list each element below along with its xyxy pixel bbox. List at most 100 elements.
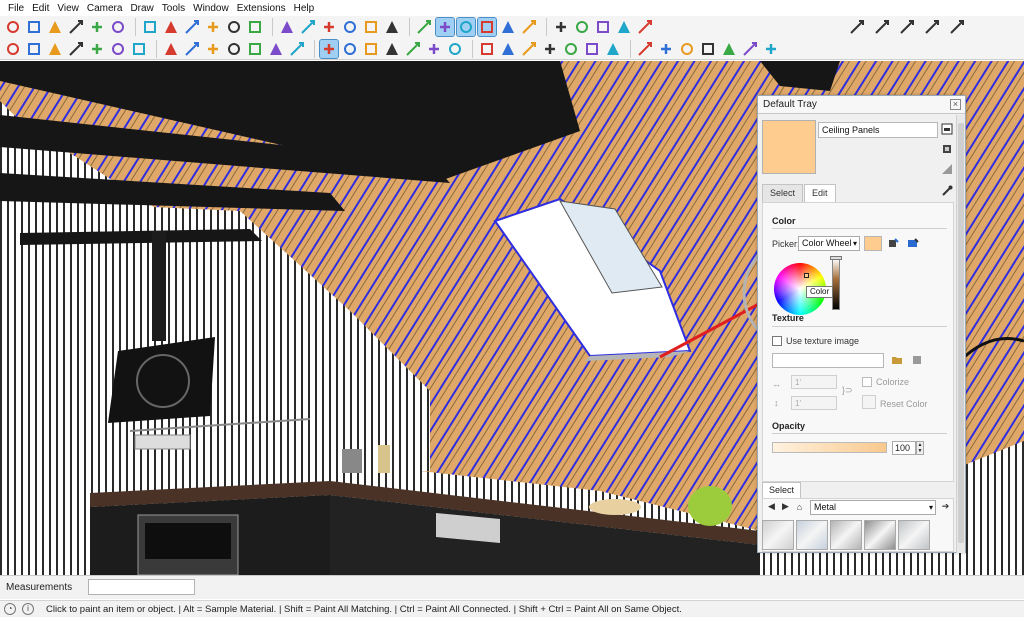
- reset-color-swatch[interactable]: [862, 395, 876, 409]
- opacity-slider[interactable]: [772, 442, 887, 453]
- tray-close-button[interactable]: ×: [950, 99, 961, 110]
- material-thumbnail[interactable]: [762, 520, 794, 550]
- material-swatch[interactable]: [762, 120, 816, 174]
- rotate-icon[interactable]: [183, 40, 201, 58]
- menu-help[interactable]: Help: [290, 3, 319, 14]
- color-preview-box[interactable]: [864, 236, 882, 251]
- export-icon[interactable]: [922, 17, 942, 37]
- colorize-checkbox[interactable]: [862, 377, 872, 387]
- wireframe-icon[interactable]: [456, 17, 476, 37]
- opacity-spinner[interactable]: ▲ ▼: [916, 441, 924, 455]
- hidden-line-icon[interactable]: [477, 17, 497, 37]
- walk-icon[interactable]: [109, 18, 127, 36]
- home-icon[interactable]: ⌂: [794, 501, 805, 512]
- look-around-icon[interactable]: [225, 18, 243, 36]
- sync-icon[interactable]: [872, 17, 892, 37]
- back-arrow-icon[interactable]: ◀: [766, 501, 777, 512]
- texture-width-input[interactable]: 1': [791, 375, 837, 389]
- intersect-icon[interactable]: [583, 40, 601, 58]
- move-icon[interactable]: [162, 40, 180, 58]
- value-slider-knob[interactable]: [830, 256, 842, 260]
- axes-icon[interactable]: [741, 40, 759, 58]
- lock-aspect-icon[interactable]: }⊃: [842, 385, 853, 396]
- front-view-icon[interactable]: [320, 18, 338, 36]
- scenes-icon[interactable]: [541, 40, 559, 58]
- paint-bucket-icon[interactable]: [288, 40, 306, 58]
- select-panel-tab[interactable]: Select: [762, 482, 802, 498]
- eraser-icon[interactable]: [25, 18, 43, 36]
- value-slider[interactable]: [832, 258, 840, 310]
- menu-extensions[interactable]: Extensions: [233, 3, 290, 14]
- plug-icon[interactable]: [897, 17, 917, 37]
- eraser-icon[interactable]: [46, 40, 64, 58]
- use-texture-checkbox[interactable]: [772, 336, 782, 346]
- menu-tools[interactable]: Tools: [158, 3, 189, 14]
- library-select[interactable]: Metal ▾: [810, 500, 936, 515]
- page-icon[interactable]: [520, 40, 538, 58]
- push-pull-icon[interactable]: [130, 40, 148, 58]
- extension-warehouse-icon[interactable]: [636, 18, 654, 36]
- right-view-icon[interactable]: [341, 18, 359, 36]
- picker-select[interactable]: Color Wheel ▾: [798, 236, 860, 251]
- menu-view[interactable]: View: [53, 3, 83, 14]
- sample-paint-icon[interactable]: [940, 142, 954, 156]
- tab-edit[interactable]: Edit: [804, 184, 836, 203]
- model-info-icon[interactable]: [699, 40, 717, 58]
- match-photo-icon[interactable]: [604, 40, 622, 58]
- orbit-icon[interactable]: [341, 40, 359, 58]
- details-arrow-icon[interactable]: ➔: [940, 501, 951, 512]
- zoom-icon[interactable]: [4, 40, 22, 58]
- material-thumbnail[interactable]: [864, 520, 896, 550]
- geo-location-icon[interactable]: ◔: [4, 603, 16, 615]
- zoom-icon[interactable]: [183, 18, 201, 36]
- pencil-icon[interactable]: [67, 40, 85, 58]
- measurements-input[interactable]: [88, 579, 195, 595]
- pan-icon[interactable]: [162, 18, 180, 36]
- material-thumbnail[interactable]: [898, 520, 930, 550]
- tab-select[interactable]: Select: [762, 184, 804, 202]
- section-icon[interactable]: [678, 40, 696, 58]
- info-icon[interactable]: i: [22, 603, 34, 615]
- tape-measure-icon[interactable]: [246, 40, 264, 58]
- guides-icon[interactable]: [762, 40, 780, 58]
- tray-scroll-thumb[interactable]: [958, 123, 964, 543]
- arc-icon[interactable]: [67, 18, 85, 36]
- menu-camera[interactable]: Camera: [83, 3, 127, 14]
- scale-icon[interactable]: [204, 40, 222, 58]
- select-icon[interactable]: [25, 40, 43, 58]
- menu-window[interactable]: Window: [189, 3, 233, 14]
- zoom-extents-icon[interactable]: [204, 18, 222, 36]
- left-view-icon[interactable]: [383, 18, 401, 36]
- tray-scrollbar[interactable]: [956, 115, 965, 553]
- menu-file[interactable]: File: [4, 3, 28, 14]
- material-thumbnail[interactable]: [830, 520, 862, 550]
- iso-view-icon[interactable]: [278, 18, 296, 36]
- position-camera-icon[interactable]: [246, 18, 264, 36]
- forward-arrow-icon[interactable]: ▶: [780, 501, 791, 512]
- material-preview-toggle-icon[interactable]: [940, 162, 954, 176]
- shaded-icon[interactable]: [499, 18, 517, 36]
- reset-color-label[interactable]: Reset Color: [880, 399, 928, 409]
- components-icon[interactable]: [594, 18, 612, 36]
- line-icon[interactable]: [88, 40, 106, 58]
- back-view-icon[interactable]: [362, 18, 380, 36]
- select-icon[interactable]: [4, 18, 22, 36]
- warehouse-icon[interactable]: [615, 18, 633, 36]
- material-thumbnail[interactable]: [796, 520, 828, 550]
- document-icon[interactable]: [947, 17, 967, 37]
- zoom-window-icon[interactable]: [383, 40, 401, 58]
- dimension-icon[interactable]: [657, 40, 675, 58]
- layers-icon[interactable]: [478, 40, 496, 58]
- styles-icon[interactable]: [499, 40, 517, 58]
- match-color-model-icon[interactable]: [886, 236, 900, 250]
- offset-icon[interactable]: [225, 40, 243, 58]
- top-view-icon[interactable]: [299, 18, 317, 36]
- protractor-icon[interactable]: [267, 40, 285, 58]
- match-color-screen-icon[interactable]: [906, 236, 920, 250]
- monochrome-icon[interactable]: [552, 18, 570, 36]
- section-plane-icon[interactable]: [573, 18, 591, 36]
- browse-folder-icon[interactable]: [890, 353, 904, 367]
- soften-icon[interactable]: [636, 40, 654, 58]
- shaded-textures-icon[interactable]: [520, 18, 538, 36]
- zoom-extents-icon[interactable]: [404, 40, 422, 58]
